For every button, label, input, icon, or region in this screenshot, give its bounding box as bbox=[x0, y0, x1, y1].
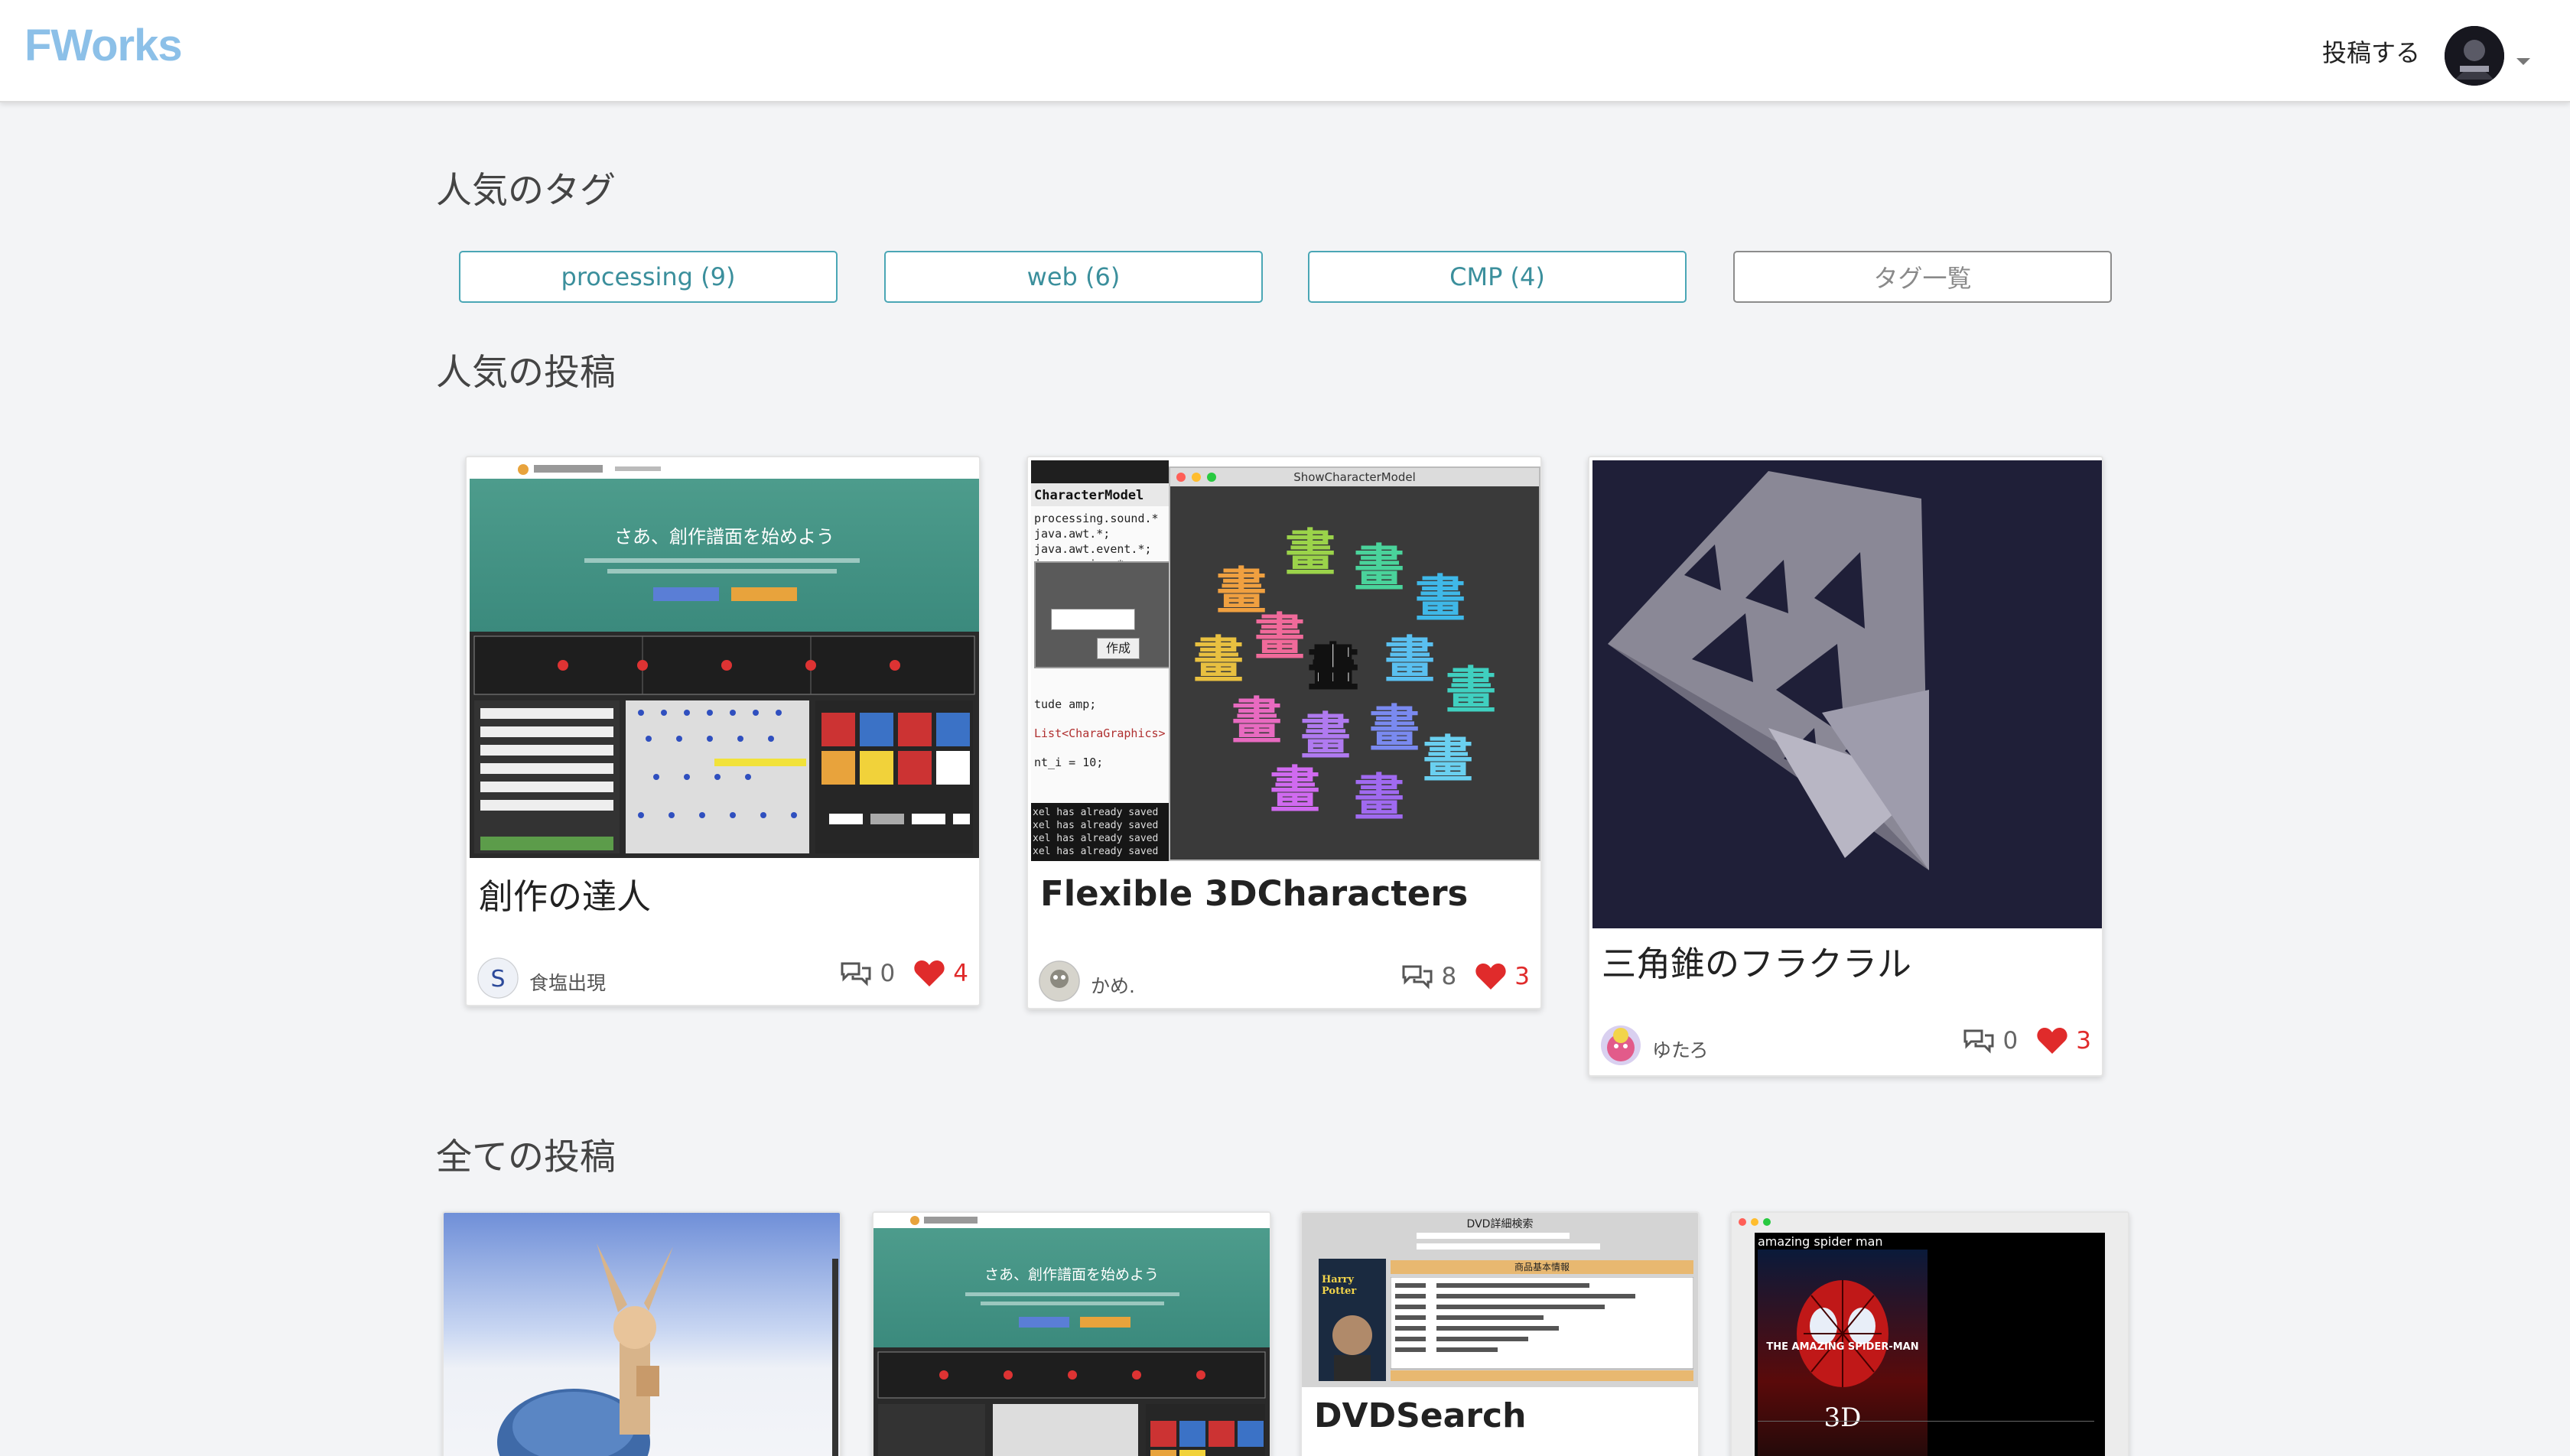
post-thumbnail[interactable]: さあ、創作譜面を始めよう bbox=[470, 460, 979, 858]
author-avatar[interactable] bbox=[1600, 1025, 1641, 1066]
svg-text:畫: 畫 bbox=[1308, 639, 1358, 697]
post-thumbnail[interactable]: CharacterModel processing.sound.* java.a… bbox=[1031, 460, 1540, 861]
thumb-render-window: ShowCharacterModel 畫 畫 畫 畫 畫 畫 畫 畫 畫 畫 畫… bbox=[1169, 466, 1540, 861]
heart-icon[interactable] bbox=[913, 959, 945, 988]
chevron-down-icon[interactable] bbox=[2516, 58, 2530, 65]
thumb-video-frame: amazing spider man THE AMAZING SPIDER-MA… bbox=[1755, 1233, 2105, 1456]
thumb-log-line: xel has already saved bbox=[1033, 846, 1159, 857]
post-card[interactable]: DVD詳細検索 商品基本情報 Harry Potter DVDSearch bbox=[1300, 1211, 1700, 1456]
like-count: 3 bbox=[1514, 963, 1530, 990]
post-card[interactable]: さあ、創作譜面を始めよう bbox=[872, 1211, 1271, 1456]
top-navbar: FWorks 投稿する bbox=[0, 0, 2570, 102]
thumb-code-line: nt_i = 10; bbox=[1034, 756, 1104, 769]
svg-text:畫: 畫 bbox=[1354, 539, 1404, 598]
post-thumbnail[interactable] bbox=[1592, 460, 2102, 928]
post-title[interactable]: DVDSearch bbox=[1314, 1396, 1526, 1435]
thumb-hero-text: さあ、創作譜面を始めよう bbox=[614, 526, 834, 548]
thumb-hero: さあ、創作譜面を始めよう bbox=[470, 479, 979, 632]
post-card[interactable]: CharacterModel processing.sound.* java.a… bbox=[1026, 456, 1542, 1009]
post-thumbnail[interactable]: DVD詳細検索 商品基本情報 Harry Potter bbox=[1302, 1213, 1698, 1387]
heart-icon[interactable] bbox=[1475, 962, 1507, 991]
thumb-code-title: CharacterModel bbox=[1031, 483, 1169, 506]
author-name[interactable]: ゆたろ bbox=[1652, 1035, 1709, 1063]
thumb-poster: THE AMAZING SPIDER-MAN 3D bbox=[1758, 1250, 1927, 1456]
author-avatar[interactable] bbox=[1039, 960, 1080, 1002]
thumb-header bbox=[873, 1213, 1270, 1228]
like-count: 4 bbox=[953, 960, 968, 987]
tag-button-processing[interactable]: processing (9) bbox=[459, 251, 838, 303]
thumb-caption: amazing spider man bbox=[1758, 1234, 1883, 1249]
post-title[interactable]: Flexible 3DCharacters bbox=[1040, 873, 1468, 914]
comment-count: 0 bbox=[880, 960, 896, 987]
svg-text:畫: 畫 bbox=[1446, 661, 1496, 720]
thumb-poster-sub: 3D bbox=[1823, 1402, 1862, 1433]
post-card[interactable]: amazing spider man THE AMAZING SPIDER-MA… bbox=[1730, 1211, 2129, 1456]
post-thumbnail[interactable]: さあ、創作譜面を始めよう bbox=[873, 1213, 1270, 1456]
post-link[interactable]: 投稿する bbox=[2322, 34, 2420, 69]
svg-text:畫: 畫 bbox=[1285, 524, 1335, 583]
post-title[interactable]: 創作の達人 bbox=[479, 869, 651, 918]
svg-text:畫: 畫 bbox=[1193, 631, 1244, 690]
svg-text:畫: 畫 bbox=[1384, 631, 1435, 690]
post-card[interactable]: 三角錐のフラクラル ゆたろ 0 3 bbox=[1588, 456, 2103, 1077]
svg-text:畫: 畫 bbox=[1231, 692, 1282, 751]
post-title[interactable]: 三角錐のフラクラル bbox=[1602, 936, 1911, 986]
popular-posts-heading: 人気の投稿 bbox=[436, 352, 616, 394]
post-stats: 0 3 bbox=[1962, 1026, 2091, 1055]
tag-button-cmp[interactable]: CMP (4) bbox=[1308, 251, 1687, 303]
brand-logo[interactable]: FWorks bbox=[24, 20, 183, 71]
thumb-poster-title: THE AMAZING SPIDER-MAN bbox=[1766, 1341, 1919, 1353]
post-stats: 0 4 bbox=[839, 959, 968, 988]
tag-list-button[interactable]: タグ一覧 bbox=[1733, 251, 2112, 303]
comment-icon bbox=[1402, 965, 1433, 990]
author-avatar[interactable]: S bbox=[477, 957, 519, 999]
svg-text:畫: 畫 bbox=[1270, 761, 1320, 820]
thumb-log-line: xel has already saved bbox=[1033, 807, 1159, 818]
post-thumbnail[interactable]: amazing spider man THE AMAZING SPIDER-MA… bbox=[1732, 1213, 2128, 1456]
author-name[interactable]: かめ. bbox=[1091, 971, 1135, 999]
user-avatar[interactable] bbox=[2445, 26, 2504, 86]
tag-button-web[interactable]: web (6) bbox=[884, 251, 1263, 303]
post-card[interactable] bbox=[442, 1211, 841, 1456]
post-thumbnail[interactable] bbox=[444, 1213, 840, 1456]
like-count: 3 bbox=[2076, 1027, 2091, 1055]
thumb-header bbox=[470, 460, 979, 479]
thumb-code-editor: CharacterModel processing.sound.* java.a… bbox=[1031, 460, 1179, 861]
post-card[interactable]: さあ、創作譜面を始めよう bbox=[465, 456, 981, 1006]
comment-icon bbox=[1963, 1029, 1994, 1054]
svg-text:畫: 畫 bbox=[1369, 700, 1420, 759]
svg-text:畫: 畫 bbox=[1354, 769, 1404, 827]
popular-tags-heading: 人気のタグ bbox=[436, 170, 616, 212]
thumb-code-line: java.awt.event.*; bbox=[1034, 542, 1152, 556]
svg-text:S: S bbox=[490, 966, 505, 993]
thumb-log-line: xel has already saved bbox=[1033, 833, 1159, 844]
all-posts-heading: 全ての投稿 bbox=[436, 1136, 616, 1178]
thumb-hero: さあ、創作譜面を始めよう bbox=[873, 1228, 1270, 1347]
thumb-create-button: 作成 bbox=[1097, 638, 1140, 659]
thumb-poster: Harry Potter bbox=[1319, 1259, 1386, 1381]
svg-text:畫: 畫 bbox=[1254, 608, 1305, 667]
svg-text:畫: 畫 bbox=[1415, 570, 1466, 629]
author-name[interactable]: 食塩出現 bbox=[529, 968, 606, 996]
post-stats: 8 3 bbox=[1400, 962, 1530, 991]
thumb-log-line: xel has already saved bbox=[1033, 820, 1159, 831]
svg-text:畫: 畫 bbox=[1423, 730, 1473, 789]
thumb-code-line: List<CharaGraphics> bbox=[1034, 726, 1166, 740]
comment-count: 0 bbox=[2002, 1027, 2019, 1055]
heart-icon[interactable] bbox=[2036, 1026, 2068, 1055]
svg-text:畫: 畫 bbox=[1300, 707, 1351, 766]
comment-icon bbox=[841, 962, 871, 986]
comment-count: 8 bbox=[1441, 963, 1457, 990]
thumb-hero-text: さあ、創作譜面を始めよう bbox=[984, 1266, 1159, 1283]
thumb-code-line: processing.sound.* bbox=[1034, 512, 1159, 525]
thumb-code-line: tude amp; bbox=[1034, 697, 1097, 711]
thumb-code-line: java.awt.*; bbox=[1034, 527, 1111, 541]
thumb-band: 商品基本情報 bbox=[1391, 1260, 1693, 1274]
